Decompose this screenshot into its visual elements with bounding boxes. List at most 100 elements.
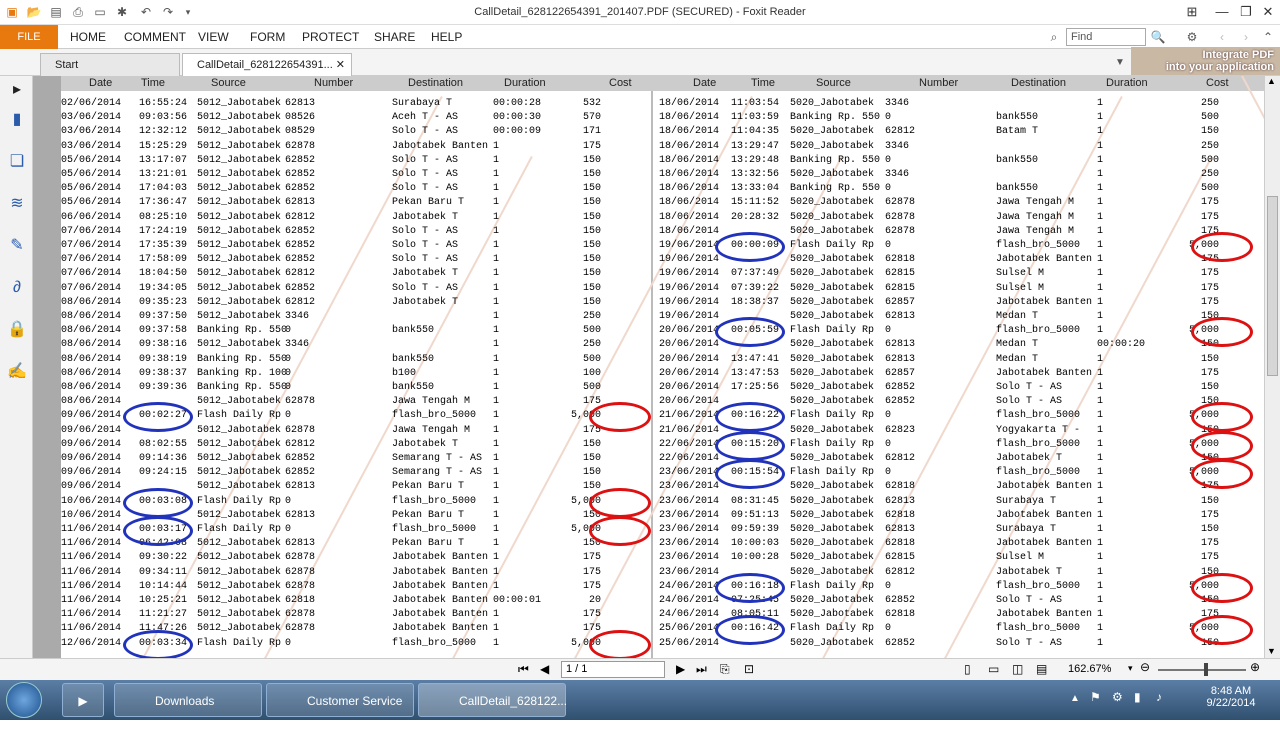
cell-cost: 150 xyxy=(1200,382,1219,393)
close-button[interactable]: ✕ xyxy=(1254,2,1280,22)
cell-duration: 1 xyxy=(1097,424,1104,436)
search-icon[interactable]: 🔍 xyxy=(1150,29,1166,45)
media-player-task[interactable]: ▶ xyxy=(62,683,104,717)
attachment-icon[interactable]: ∂ xyxy=(7,278,27,298)
signature-icon[interactable]: ✍ xyxy=(7,362,27,382)
cell-date: 18/06/2014 xyxy=(659,140,720,152)
menu-help[interactable]: HELP xyxy=(431,25,462,49)
gear-icon[interactable]: ⚙ xyxy=(1184,29,1200,45)
cell-time: 08:31:45 xyxy=(731,495,780,507)
tray-expand-icon[interactable]: ▲ xyxy=(1070,693,1080,704)
flag-icon[interactable]: ⚑ xyxy=(1090,690,1101,704)
layout-icon[interactable]: ⊞ xyxy=(1178,2,1206,22)
menu-form[interactable]: FORM xyxy=(250,25,285,49)
cell-date: 23/06/2014 xyxy=(659,524,720,535)
vertical-scrollbar[interactable]: ▲ ▼ xyxy=(1264,76,1280,658)
header-destination-left: Destination xyxy=(408,77,464,89)
cell-destination: Solo T - AS xyxy=(996,595,1063,606)
first-page-icon[interactable]: ⏮ xyxy=(518,662,529,677)
task-downloads[interactable]: Downloads xyxy=(114,683,262,717)
scroll-up-icon[interactable]: ▲ xyxy=(1267,76,1276,86)
cell-destination: Jabotabek Banten xyxy=(996,509,1093,521)
cell-time: 17:25:56 xyxy=(731,382,780,393)
cell-source: 5020_Jabotabek xyxy=(790,197,875,209)
cell-destination: Solo T - AS xyxy=(996,396,1063,408)
cell-destination: Solo T - AS xyxy=(996,637,1063,649)
scroll-thumb[interactable] xyxy=(1267,196,1278,376)
menu-share[interactable]: SHARE xyxy=(374,25,415,49)
file-tab[interactable]: FILE xyxy=(0,25,58,49)
facing-icon[interactable]: ◫ xyxy=(1012,662,1023,676)
cell-duration: 1 xyxy=(1097,566,1104,578)
single-page-icon[interactable]: ▯ xyxy=(964,662,971,676)
zoom-level[interactable]: 162.67% xyxy=(1068,663,1111,675)
next-page-icon[interactable]: ▶ xyxy=(676,662,685,676)
tab-start[interactable]: Start xyxy=(40,53,180,76)
menu-protect[interactable]: PROTECT xyxy=(302,25,359,49)
cell-date: 18/06/2014 xyxy=(659,183,720,195)
network-icon[interactable]: ⚙ xyxy=(1112,690,1123,704)
cell-number: 62815 xyxy=(885,552,916,564)
collapse-icon[interactable]: ⌃ xyxy=(1260,29,1276,45)
cell-duration: 1 xyxy=(1097,580,1104,592)
close-tab-icon[interactable]: ✕ xyxy=(336,54,345,76)
fit-icon[interactable]: ⊡ xyxy=(744,662,754,676)
forward-icon[interactable]: › xyxy=(1238,29,1254,45)
cover-icon[interactable]: ▤ xyxy=(1036,662,1047,676)
cell-destination: Surabaya T xyxy=(996,495,1057,507)
layers-icon[interactable]: ≋ xyxy=(7,194,27,214)
continuous-icon[interactable]: ▭ xyxy=(988,662,999,676)
cell-date: 20/06/2014 xyxy=(659,396,720,408)
zoom-slider[interactable] xyxy=(1158,669,1246,671)
cell-date: 23/06/2014 xyxy=(659,495,720,507)
signal-icon[interactable]: ▮ xyxy=(1134,690,1141,704)
table-row: 19/06/2014 07:37:49 5020_Jabotabek 62815 Sul… xyxy=(61,268,1264,282)
last-page-icon[interactable]: ⏭ xyxy=(696,662,707,677)
cell-destination: flash_bro_5000 xyxy=(996,623,1081,635)
tab-list-icon[interactable]: ▼ xyxy=(1112,55,1128,71)
cell-date: 18/06/2014 xyxy=(659,112,720,124)
cell-source: 5020_Jabotabek xyxy=(790,211,875,223)
task-firefox[interactable]: Customer Service ... xyxy=(266,683,414,742)
table-row: 21/06/2014 00:16:22 Flash Daily Rp 0 flash_b… xyxy=(61,410,1264,424)
view-icon[interactable]: ⎘ xyxy=(720,662,730,677)
back-icon[interactable]: ‹ xyxy=(1214,29,1230,45)
cell-destination: flash_bro_5000 xyxy=(996,240,1081,251)
cell-date: 24/06/2014 xyxy=(659,595,720,606)
promo-banner[interactable]: Integrate PDF into your application xyxy=(1131,47,1280,75)
zoom-in-icon[interactable]: ⊕ xyxy=(1250,660,1260,674)
header-destination-right: Destination xyxy=(1011,77,1067,89)
cell-cost: 175 xyxy=(1200,268,1219,280)
pages-icon[interactable]: ❏ xyxy=(7,152,27,172)
zoom-slider-thumb[interactable] xyxy=(1204,663,1208,676)
zoom-menu-icon[interactable]: ▾ xyxy=(1128,663,1133,674)
scroll-down-icon[interactable]: ▼ xyxy=(1267,646,1276,656)
cell-destination: Yogyakarta T - xyxy=(996,424,1081,436)
task-foxit[interactable]: CallDetail_628122... xyxy=(418,683,567,717)
lock-icon[interactable]: 🔒 xyxy=(7,320,27,340)
cell-date: 21/06/2014 xyxy=(659,410,720,422)
clock[interactable]: 8:48 AM 9/22/2014 xyxy=(1196,685,1266,709)
menu-home[interactable]: HOME xyxy=(70,25,106,49)
expand-panel-icon[interactable]: ▸ xyxy=(7,80,27,100)
cell-number: 62857 xyxy=(885,367,916,379)
menu-comment[interactable]: COMMENT xyxy=(124,25,186,49)
page-number-input[interactable]: 1 / 1 xyxy=(561,661,665,678)
document-viewer[interactable]: Date Date Time Time Source Source Number Number… xyxy=(33,76,1264,658)
volume-icon[interactable]: ♪ xyxy=(1156,690,1162,704)
tab-calldetail[interactable]: CallDetail_628122654391... ✕ xyxy=(182,53,352,76)
menu-view[interactable]: VIEW xyxy=(198,25,229,49)
header-time-left: Time xyxy=(141,77,166,89)
zoom-out-icon[interactable]: ⊖ xyxy=(1140,660,1150,674)
cell-destination: Sulsel M xyxy=(996,268,1045,280)
find-input[interactable]: Find xyxy=(1066,28,1146,46)
comments-icon[interactable]: ✎ xyxy=(7,236,27,256)
prev-page-icon[interactable]: ◀ xyxy=(540,662,549,676)
status-bar: ⏮ ◀ 1 / 1 ▶ ⏭ ⎘ ⊡ ▯ ▭ ◫ ▤ 162.67% ▾ ⊖ ⊕ xyxy=(0,658,1280,680)
cell-date: 20/06/2014 xyxy=(659,339,720,351)
bookmark-icon[interactable]: ▮ xyxy=(7,110,27,130)
cell-source: Flash Daily Rp xyxy=(790,325,875,337)
find-icon[interactable]: ⌕ xyxy=(1046,29,1062,45)
start-button[interactable] xyxy=(6,682,42,718)
cell-duration: 1 xyxy=(1097,126,1104,138)
